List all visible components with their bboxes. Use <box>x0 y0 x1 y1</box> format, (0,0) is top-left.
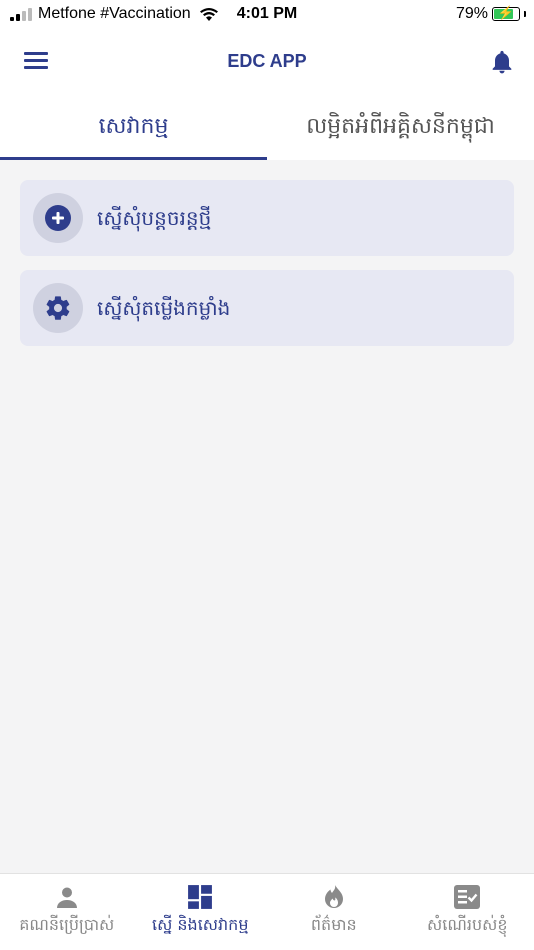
nav-news-label: ព័ត៌មាន <box>310 915 357 934</box>
nav-account[interactable]: គណនីប្រើប្រាស់ <box>0 874 134 950</box>
dashboard-icon <box>134 884 268 910</box>
battery-icon: ⚡ <box>492 5 520 21</box>
new-connection-request-card[interactable]: ស្នើសុំបន្តចរន្តថ្មី <box>20 180 514 256</box>
capacity-upgrade-request-card[interactable]: ស្នើសុំតម្លើងកម្លាំង <box>20 270 514 346</box>
nav-requests-services[interactable]: ស្នើ និងសេវាកម្ម <box>134 874 268 950</box>
capacity-upgrade-request-label: ស្នើសុំតម្លើងកម្លាំង <box>97 296 231 320</box>
tab-about-edc[interactable]: លម្អិតអំពីអគ្គិសនីកម្ពុជា <box>267 94 534 160</box>
app-bar: EDC APP <box>0 30 534 94</box>
bell-icon[interactable] <box>488 48 516 76</box>
flame-icon <box>267 884 401 910</box>
status-time: 4:01 PM <box>236 5 298 22</box>
checklist-icon <box>401 884 534 910</box>
nav-my-requests[interactable]: សំណើរបស់ខ្ញុំ <box>401 874 534 950</box>
nav-account-label: គណនីប្រើប្រាស់ <box>19 915 115 934</box>
battery-percent: 79% <box>455 5 488 22</box>
status-right: 79% ⚡ <box>456 5 526 23</box>
tab-bar: សេវាកម្ម លម្អិតអំពីអគ្គិសនីកម្ពុជា <box>0 94 534 160</box>
tab-services[interactable]: សេវាកម្ម <box>0 94 267 160</box>
bottom-navigation: គណនីប្រើប្រាស់ ស្នើ និងសេវាកម្ម ព័ត៌មាន <box>0 873 534 950</box>
app-title: EDC APP <box>227 51 307 71</box>
nav-requests-services-label: ស្នើ និងសេវាកម្ម <box>152 915 249 934</box>
nav-my-requests-label: សំណើរបស់ខ្ញុំ <box>427 915 508 934</box>
gear-icon <box>33 283 83 333</box>
nav-news[interactable]: ព័ត៌មាន <box>267 874 401 950</box>
status-bar: Metfone #Vaccination 4:01 PM 79% ⚡ <box>0 0 534 30</box>
plus-circle-icon <box>33 193 83 243</box>
person-icon <box>0 884 134 910</box>
new-connection-request-label: ស្នើសុំបន្តចរន្តថ្មី <box>97 206 212 230</box>
